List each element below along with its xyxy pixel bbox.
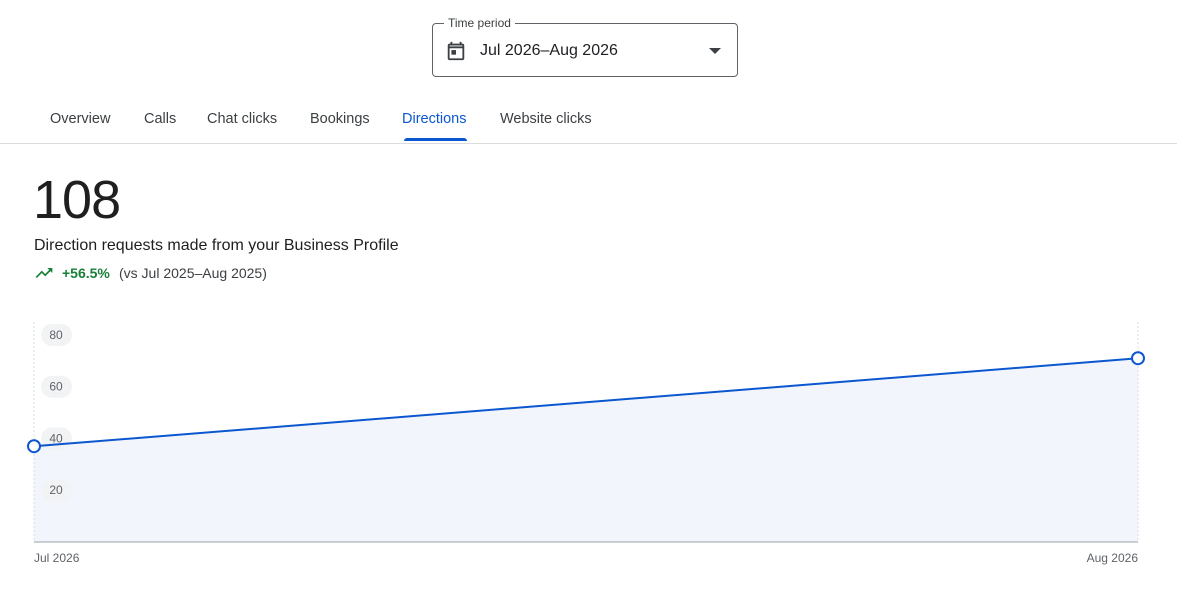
data-point — [1131, 351, 1145, 366]
data-point — [27, 439, 41, 454]
chart-area — [34, 358, 1138, 542]
tab-bookings[interactable]: Bookings — [310, 100, 370, 142]
tab-calls[interactable]: Calls — [144, 100, 176, 142]
change-percentage: +56.5% — [62, 265, 110, 281]
time-period-value: Jul 2026–Aug 2026 — [480, 42, 618, 59]
metric-value: 108 — [33, 170, 121, 230]
report-tabs: Overview Calls Chat clicks Bookings Dire… — [0, 100, 1177, 144]
tab-chat-clicks[interactable]: Chat clicks — [207, 100, 277, 142]
tab-website-clicks[interactable]: Website clicks — [500, 100, 592, 142]
tab-overview[interactable]: Overview — [50, 100, 110, 142]
active-tab-indicator — [404, 138, 467, 141]
y-tick-label: 60 — [49, 380, 63, 394]
trending-up-icon — [35, 268, 53, 278]
directions-chart: 20 40 60 80 Jul 2026 Aug 2026 — [0, 300, 1177, 589]
dropdown-arrow-icon[interactable] — [709, 47, 721, 55]
x-tick-label: Aug 2026 — [1087, 551, 1139, 565]
y-tick-label: 80 — [49, 328, 63, 342]
y-tick-label: 20 — [49, 483, 63, 497]
metric-description: Direction requests made from your Busine… — [34, 237, 399, 254]
comparison-period: (vs Jul 2025–Aug 2025) — [119, 265, 267, 281]
chart-canvas: 20406080Jul 2026 Aug 2026 — [27, 322, 1145, 565]
calendar-icon — [447, 41, 465, 61]
x-tick-label: Jul 2026 — [34, 551, 80, 565]
tab-directions[interactable]: Directions — [402, 100, 466, 142]
time-period-label: Time period — [444, 15, 515, 31]
time-period-select[interactable]: Time period Jul 2026–Aug 2026 — [432, 15, 738, 77]
